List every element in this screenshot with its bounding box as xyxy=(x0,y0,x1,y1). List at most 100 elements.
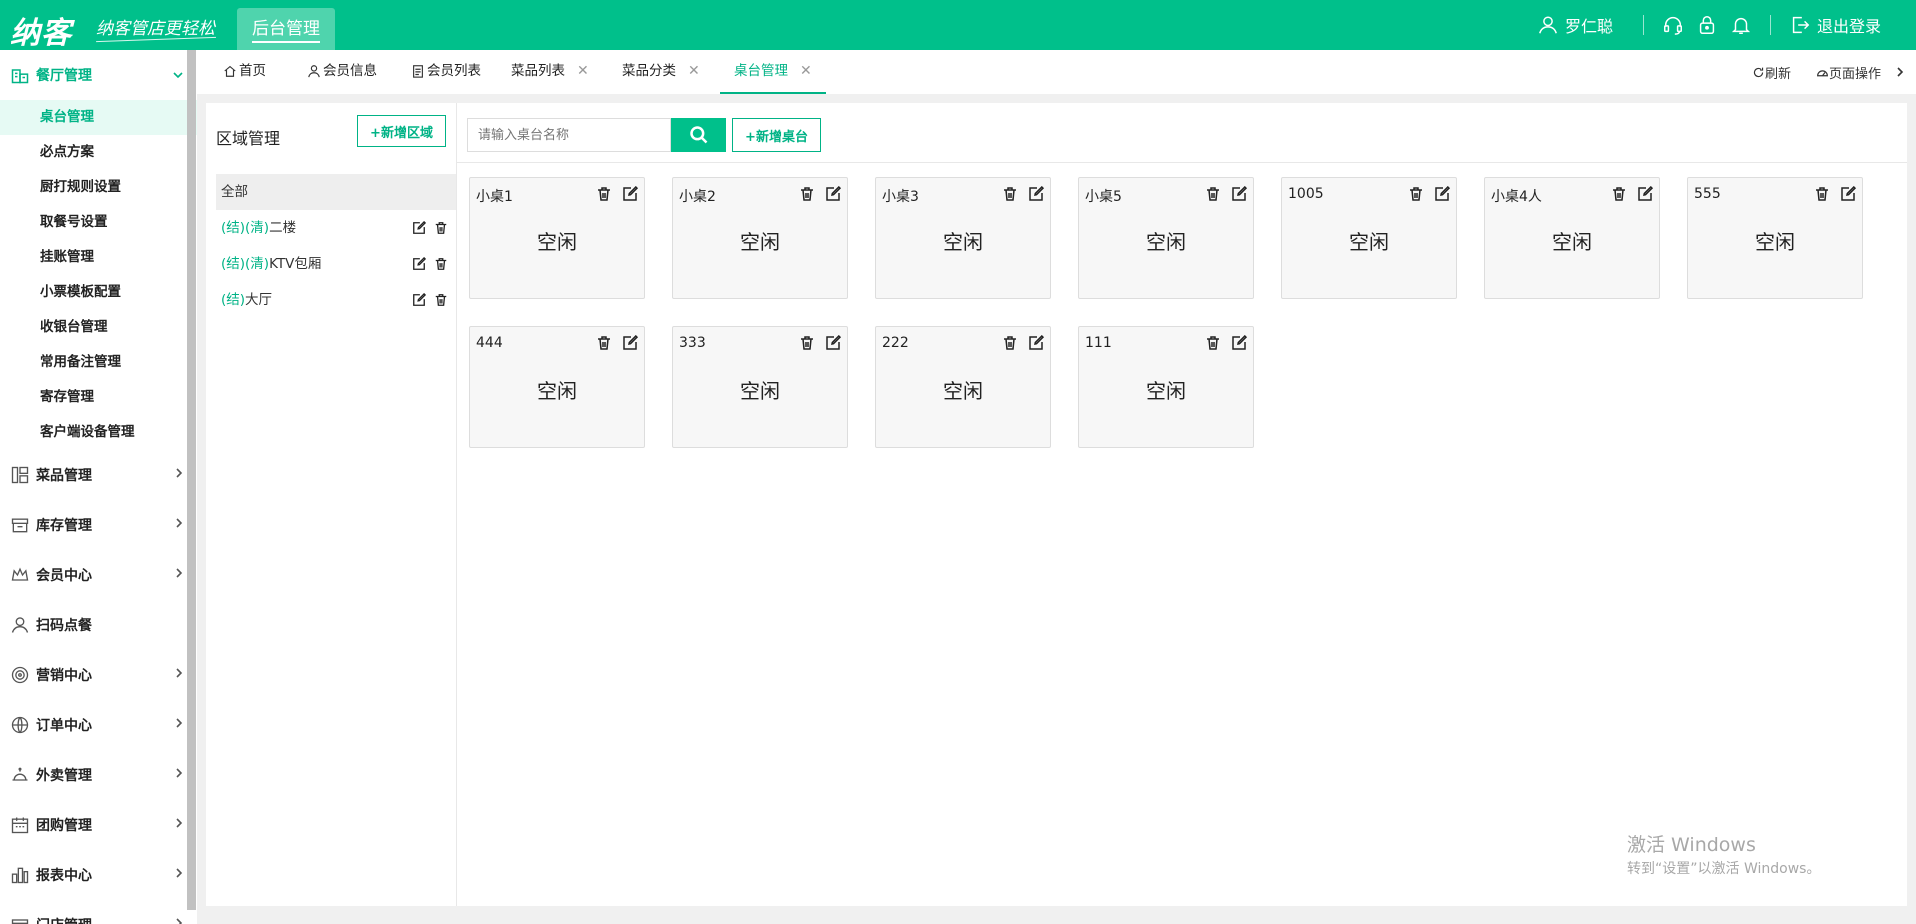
sidebar-group[interactable]: 外卖管理 xyxy=(0,750,197,800)
tab-home[interactable]: 首页 xyxy=(223,50,266,92)
area-list-item[interactable]: (结)(清)KTV包厢 xyxy=(216,246,456,282)
sidebar-group[interactable]: 菜品管理 xyxy=(0,450,197,500)
tab-member-list[interactable]: 会员列表 xyxy=(411,50,481,92)
refresh-button[interactable]: 刷新 xyxy=(1752,50,1791,94)
search-input[interactable] xyxy=(467,118,671,152)
trash-icon[interactable] xyxy=(1002,335,1018,351)
table-card[interactable]: 小桌4人 空闲 xyxy=(1484,177,1660,299)
edit-icon[interactable] xyxy=(1637,186,1653,202)
area-list-item[interactable]: (结)(清)二楼 xyxy=(216,210,456,246)
sidebar-item[interactable]: 厨打规则设置 xyxy=(0,170,197,205)
edit-icon[interactable] xyxy=(825,186,841,202)
headset-icon[interactable] xyxy=(1662,14,1684,36)
tab-table-management[interactable]: 桌台管理 ✕ xyxy=(720,50,826,94)
trash-icon[interactable] xyxy=(434,257,448,271)
sidebar-item[interactable]: 小票模板配置 xyxy=(0,275,197,310)
edit-icon[interactable] xyxy=(1840,186,1856,202)
edit-icon[interactable] xyxy=(412,257,426,271)
trash-icon[interactable] xyxy=(596,335,612,351)
table-card[interactable]: 小桌3 空闲 xyxy=(875,177,1051,299)
trash-icon[interactable] xyxy=(596,186,612,202)
trash-icon[interactable] xyxy=(799,186,815,202)
add-table-button[interactable]: +新增桌台 xyxy=(732,118,821,152)
table-card[interactable]: 222 空闲 xyxy=(875,326,1051,448)
area-list-item[interactable]: (结)大厅 xyxy=(216,282,456,318)
edit-icon[interactable] xyxy=(1028,335,1044,351)
trash-icon[interactable] xyxy=(1205,186,1221,202)
area-list: 全部 (结)(清)二楼 (结)(清)KTV包厢 (结)大厅 xyxy=(216,174,456,318)
sidebar-group[interactable]: 团购管理 xyxy=(0,800,197,850)
edit-icon[interactable] xyxy=(1231,335,1247,351)
logout-icon[interactable] xyxy=(1789,14,1811,36)
add-area-button[interactable]: +新增区域 xyxy=(357,115,446,147)
sidebar-group[interactable]: 订单中心 xyxy=(0,700,197,750)
trash-icon[interactable] xyxy=(434,221,448,235)
edit-icon[interactable] xyxy=(1434,186,1450,202)
trash-icon[interactable] xyxy=(434,293,448,307)
edit-icon[interactable] xyxy=(412,293,426,307)
trash-icon[interactable] xyxy=(1002,186,1018,202)
edit-icon[interactable] xyxy=(622,186,638,202)
area-tag: (结)(清) xyxy=(221,220,270,236)
table-name: 小桌4人 xyxy=(1491,189,1542,205)
edit-icon[interactable] xyxy=(825,335,841,351)
table-card[interactable]: 111 空闲 xyxy=(1078,326,1254,448)
user-icon xyxy=(308,65,320,78)
edit-icon[interactable] xyxy=(622,335,638,351)
tab-member-info[interactable]: 会员信息 xyxy=(307,50,377,92)
sidebar-item[interactable]: 客户端设备管理 xyxy=(0,415,197,450)
trash-icon[interactable] xyxy=(799,335,815,351)
table-card[interactable]: 444 空闲 xyxy=(469,326,645,448)
sidebar-group[interactable]: 库存管理 xyxy=(0,500,197,550)
search-button[interactable] xyxy=(671,118,726,152)
sidebar-submenu: 桌台管理 必点方案 厨打规则设置 取餐号设置 挂账管理 小票模板配置 收银台管理 常用备注管理… xyxy=(0,100,197,450)
table-card[interactable]: 555 空闲 xyxy=(1687,177,1863,299)
sidebar-item[interactable]: 取餐号设置 xyxy=(0,205,197,240)
edit-icon[interactable] xyxy=(1028,186,1044,202)
sidebar-scrollbar[interactable] xyxy=(187,50,196,910)
trash-icon[interactable] xyxy=(1814,186,1830,202)
area-list-item[interactable]: 全部 xyxy=(216,174,456,210)
user-name[interactable]: 罗仁聪 xyxy=(1565,13,1613,37)
refresh-icon xyxy=(1753,67,1764,77)
sidebar-item[interactable]: 寄存管理 xyxy=(0,380,197,415)
sidebar-group[interactable]: 会员中心 xyxy=(0,550,197,600)
sidebar-group[interactable]: 报表中心 xyxy=(0,850,197,900)
sidebar-item[interactable]: 挂账管理 xyxy=(0,240,197,275)
sidebar-item[interactable]: 收银台管理 xyxy=(0,310,197,345)
sidebar-item[interactable]: 常用备注管理 xyxy=(0,345,197,380)
close-icon[interactable]: ✕ xyxy=(577,49,589,93)
tab-dish-list[interactable]: 菜品列表 ✕ xyxy=(511,50,589,92)
sidebar-group-label: 扫码点餐 xyxy=(36,618,92,634)
sidebar-group[interactable]: 门店管理 xyxy=(0,900,197,924)
table-card[interactable]: 1005 空闲 xyxy=(1281,177,1457,299)
bell-icon[interactable] xyxy=(1730,14,1752,36)
tab-backend-management[interactable]: 后台管理 xyxy=(237,8,335,50)
lock-icon[interactable] xyxy=(1696,14,1718,36)
page-operations-label: 页面操作 xyxy=(1829,66,1882,82)
close-icon[interactable]: ✕ xyxy=(800,49,812,93)
sidebar-group[interactable]: 扫码点餐 xyxy=(0,600,197,650)
edit-icon[interactable] xyxy=(1231,186,1247,202)
area-actions xyxy=(412,282,448,318)
close-icon[interactable]: ✕ xyxy=(688,49,700,93)
sidebar-group-label: 外卖管理 xyxy=(36,768,92,784)
sidebar-item[interactable]: 桌台管理 xyxy=(0,100,197,135)
table-name: 111 xyxy=(1085,335,1112,351)
trash-icon[interactable] xyxy=(1205,335,1221,351)
table-card[interactable]: 小桌1 空闲 xyxy=(469,177,645,299)
trash-icon[interactable] xyxy=(1408,186,1424,202)
dishes-icon xyxy=(11,466,29,484)
table-card[interactable]: 小桌2 空闲 xyxy=(672,177,848,299)
table-card[interactable]: 333 空闲 xyxy=(672,326,848,448)
logout-button[interactable]: 退出登录 xyxy=(1817,13,1881,37)
tabs-scroll-right[interactable] xyxy=(1895,50,1905,94)
sidebar-group-restaurant[interactable]: 餐厅管理 xyxy=(0,50,197,100)
sidebar-item[interactable]: 必点方案 xyxy=(0,135,197,170)
tab-dish-category[interactable]: 菜品分类 ✕ xyxy=(622,50,700,92)
trash-icon[interactable] xyxy=(1611,186,1627,202)
table-card[interactable]: 小桌5 空闲 xyxy=(1078,177,1254,299)
sidebar-group[interactable]: 营销中心 xyxy=(0,650,197,700)
edit-icon[interactable] xyxy=(412,221,426,235)
page-operations-button[interactable]: 页面操作 xyxy=(1816,50,1881,94)
